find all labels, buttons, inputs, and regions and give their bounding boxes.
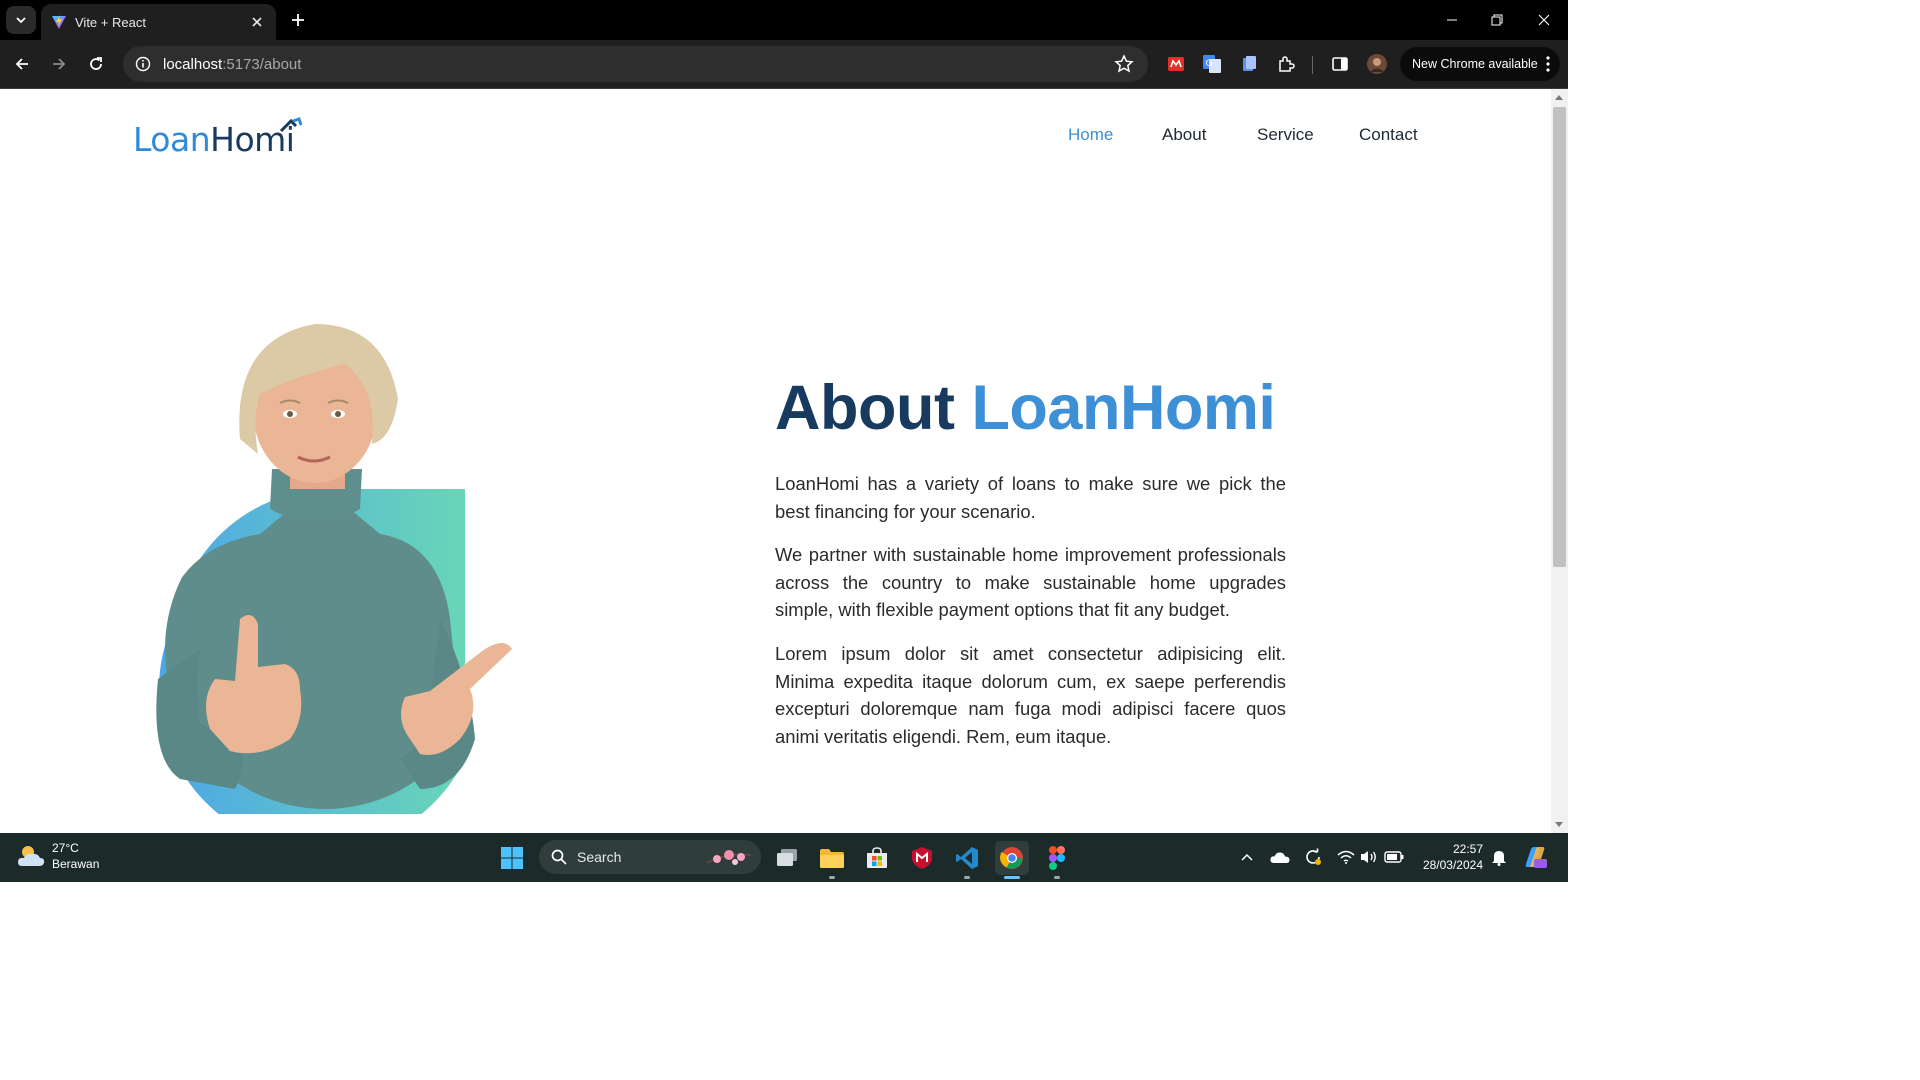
figma-icon bbox=[1049, 846, 1065, 870]
more-vert-icon bbox=[1546, 56, 1550, 72]
site-info-icon[interactable] bbox=[135, 56, 151, 72]
web-page: LoanHomi Home About Service Contact Abou… bbox=[0, 89, 1551, 833]
page-scrollbar[interactable] bbox=[1551, 89, 1568, 833]
reload-button[interactable] bbox=[82, 50, 110, 78]
plus-icon bbox=[292, 14, 304, 26]
url-path: :5173/about bbox=[222, 55, 302, 73]
notification-bell-icon[interactable] bbox=[1489, 847, 1509, 867]
sync-icon[interactable] bbox=[1303, 847, 1323, 867]
logo-roof-icon bbox=[279, 117, 303, 133]
chrome-update-button[interactable]: New Chrome available bbox=[1400, 47, 1560, 81]
tab-search-button[interactable] bbox=[6, 6, 36, 34]
battery-icon[interactable] bbox=[1384, 847, 1404, 867]
volume-icon[interactable] bbox=[1359, 847, 1379, 867]
restore-button[interactable] bbox=[1477, 6, 1517, 34]
update-label: New Chrome available bbox=[1412, 57, 1538, 71]
minimize-icon bbox=[1447, 19, 1457, 21]
toolbar-divider bbox=[1312, 56, 1313, 74]
logo-text-loan: Loan bbox=[133, 120, 211, 159]
scroll-up-arrow[interactable] bbox=[1555, 95, 1563, 100]
chrome-taskbar-button[interactable] bbox=[995, 841, 1029, 879]
chevron-down-icon bbox=[16, 17, 26, 24]
heading-loanhomi: LoanHomi bbox=[971, 373, 1276, 443]
windows-taskbar: 27°C Berawan Search 22:57 28/03/2024 bbox=[0, 833, 1568, 882]
microsoft-store-button[interactable] bbox=[860, 841, 894, 875]
task-view-icon bbox=[777, 849, 797, 866]
chevron-up-icon bbox=[1241, 853, 1253, 861]
mcafee-shield-icon bbox=[912, 847, 932, 869]
chrome-icon bbox=[1000, 847, 1023, 869]
browser-toolbar: localhost:5173/about G New Chrome availa… bbox=[0, 40, 1568, 89]
tab-title: Vite + React bbox=[75, 14, 146, 30]
browser-titlebar: Vite + React bbox=[0, 0, 1568, 40]
side-panel-icon[interactable] bbox=[1329, 53, 1351, 75]
extensions-puzzle-icon[interactable] bbox=[1275, 53, 1297, 75]
file-explorer-button[interactable] bbox=[815, 841, 849, 879]
minimize-button[interactable] bbox=[1432, 6, 1472, 34]
heading-about: About bbox=[775, 373, 955, 443]
vscode-icon bbox=[956, 847, 978, 869]
scroll-down-arrow[interactable] bbox=[1555, 822, 1563, 827]
restore-icon bbox=[1491, 14, 1503, 26]
nav-service-link[interactable]: Service bbox=[1257, 125, 1314, 145]
close-tab-icon[interactable] bbox=[248, 13, 266, 31]
address-bar[interactable]: localhost:5173/about bbox=[123, 46, 1148, 82]
search-placeholder: Search bbox=[577, 849, 622, 865]
about-heading: About LoanHomi bbox=[775, 372, 1276, 444]
nav-home-link[interactable]: Home bbox=[1068, 125, 1113, 145]
browser-tab[interactable]: Vite + React bbox=[41, 4, 276, 40]
nav-about-link[interactable]: About bbox=[1162, 125, 1206, 145]
back-button[interactable] bbox=[8, 50, 36, 78]
bookmark-star-icon[interactable] bbox=[1114, 54, 1134, 74]
close-window-button[interactable] bbox=[1524, 6, 1564, 34]
about-paragraph-3: Lorem ipsum dolor sit amet consectetur a… bbox=[775, 643, 1286, 747]
task-view-button[interactable] bbox=[770, 841, 804, 875]
folder-icon bbox=[820, 849, 844, 868]
onedrive-icon[interactable] bbox=[1270, 847, 1290, 867]
windows-logo-icon bbox=[501, 847, 523, 869]
url-host: localhost bbox=[163, 55, 223, 73]
show-hidden-icons[interactable] bbox=[1237, 847, 1257, 867]
new-tab-button[interactable] bbox=[286, 8, 310, 32]
hero-woman-image bbox=[156, 324, 512, 814]
extension-red-icon[interactable] bbox=[1165, 53, 1187, 75]
vscode-button[interactable] bbox=[950, 841, 984, 879]
store-icon bbox=[867, 847, 887, 868]
search-icon bbox=[551, 849, 567, 865]
taskbar-search[interactable]: Search bbox=[539, 840, 761, 874]
clock-time: 22:57 bbox=[1452, 842, 1483, 856]
reload-icon bbox=[90, 57, 102, 70]
svg-text:G: G bbox=[1206, 59, 1213, 69]
forward-button[interactable] bbox=[45, 50, 73, 78]
cherry-blossom-icon bbox=[706, 850, 752, 865]
nav-contact-link[interactable]: Contact bbox=[1359, 125, 1418, 145]
clock-date: 28/03/2024 bbox=[1422, 858, 1483, 872]
start-button[interactable] bbox=[495, 841, 529, 875]
close-icon bbox=[1538, 14, 1550, 26]
about-paragraph-1: LoanHomi has a variety of loans to make … bbox=[775, 473, 1286, 522]
partly-cloudy-icon bbox=[18, 846, 45, 866]
google-translate-icon[interactable]: G bbox=[1201, 53, 1223, 75]
profile-avatar[interactable] bbox=[1366, 53, 1388, 75]
arrow-right-icon bbox=[53, 58, 66, 70]
extension-doc-icon[interactable] bbox=[1238, 53, 1260, 75]
figma-button[interactable] bbox=[1040, 841, 1074, 879]
weather-widget[interactable]: 27°C Berawan bbox=[16, 840, 99, 872]
about-paragraph-2: We partner with sustainable home improve… bbox=[775, 544, 1286, 620]
weather-description: Berawan bbox=[52, 857, 100, 871]
taskbar-clock[interactable]: 22:57 28/03/2024 bbox=[1415, 841, 1483, 873]
copilot-icon[interactable] bbox=[1522, 844, 1548, 870]
vite-logo-icon bbox=[52, 15, 66, 29]
weather-temperature: 27°C bbox=[52, 841, 79, 855]
wifi-icon[interactable] bbox=[1336, 847, 1356, 867]
arrow-left-icon bbox=[15, 58, 28, 70]
mcafee-button[interactable] bbox=[905, 841, 939, 875]
site-logo[interactable]: LoanHomi bbox=[133, 117, 303, 160]
scroll-thumb[interactable] bbox=[1553, 107, 1566, 567]
